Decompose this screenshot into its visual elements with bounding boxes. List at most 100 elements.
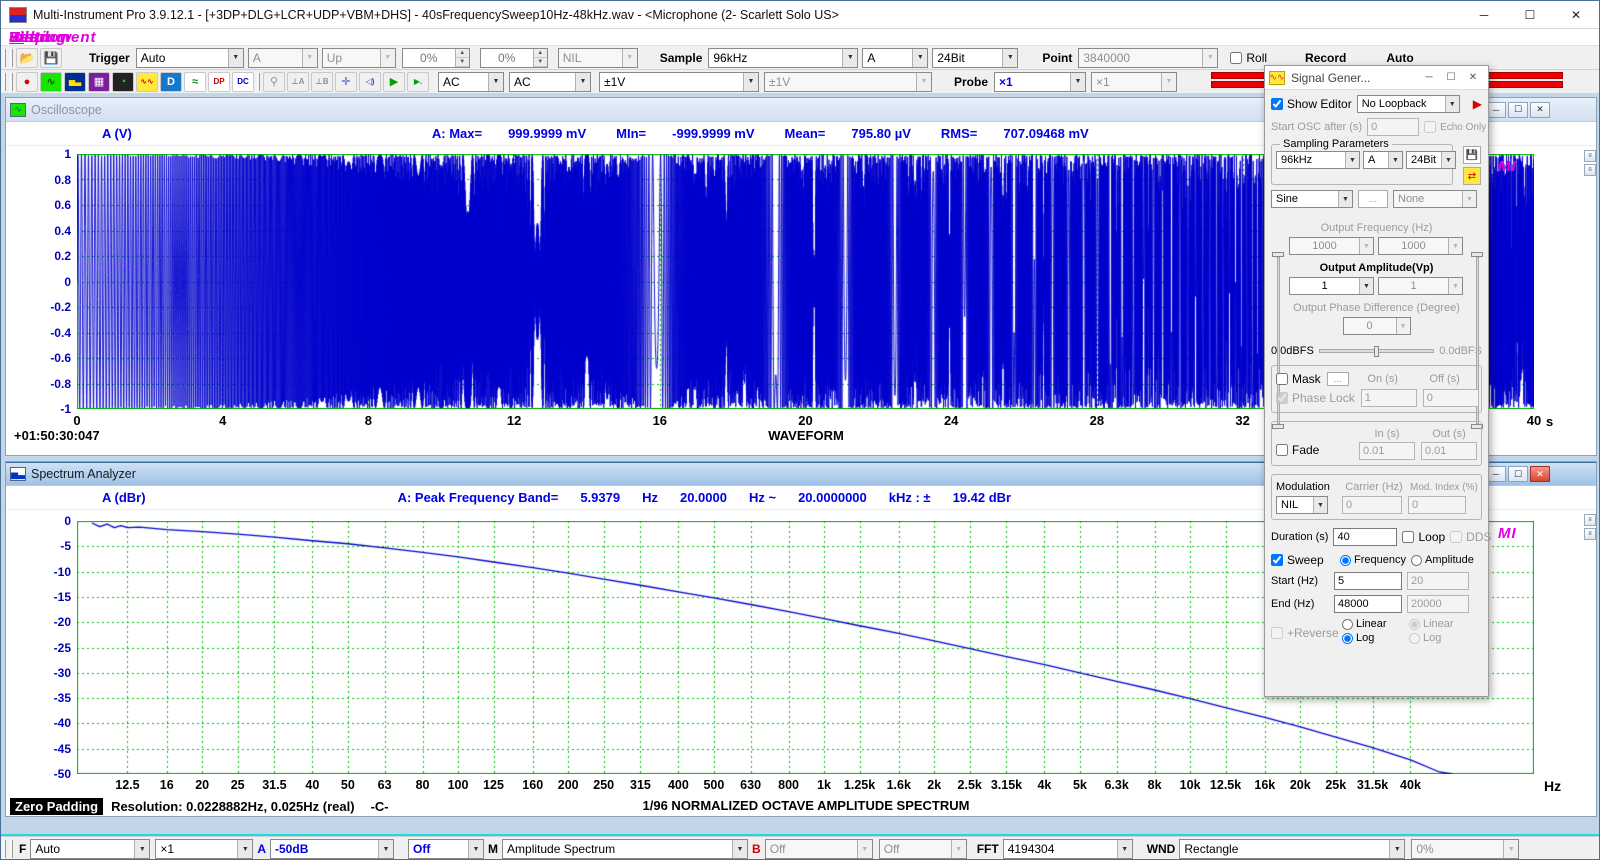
marker-b-icon[interactable]: ⊥B bbox=[311, 72, 333, 92]
duration-input[interactable] bbox=[1333, 528, 1397, 546]
chevron-down-icon[interactable]: ▼ bbox=[1117, 840, 1132, 858]
run-once-icon[interactable]: ▶. bbox=[407, 72, 429, 92]
spinner-down-icon[interactable]: ▼ bbox=[456, 58, 469, 67]
chevron-down-icon[interactable]: ▼ bbox=[1462, 191, 1476, 207]
siggen-titlebar[interactable]: ∿∿ Signal Gener... ─ ☐ ✕ bbox=[1265, 66, 1488, 90]
osc-maximize-button[interactable]: ☐ bbox=[1508, 102, 1528, 118]
chevron-down-icon[interactable]: ▼ bbox=[1338, 191, 1352, 207]
chevron-down-icon[interactable]: ▼ bbox=[134, 840, 149, 858]
chevron-down-icon[interactable]: ▼ bbox=[1359, 238, 1373, 254]
chevron-down-icon[interactable]: ▼ bbox=[237, 840, 252, 858]
window-minimize-button[interactable]: ─ bbox=[1461, 1, 1507, 29]
spec-side-toolbar[interactable]: ≡ ≡ bbox=[1584, 514, 1597, 540]
sweep-linear-a-input[interactable] bbox=[1342, 619, 1353, 630]
show-editor-input[interactable] bbox=[1271, 98, 1283, 110]
spectrum-analyzer-icon[interactable]: ▅▃ bbox=[64, 72, 86, 92]
siggen-run-button[interactable]: ▶ bbox=[1473, 97, 1482, 111]
coupling-b-combo[interactable]: AC▼ bbox=[509, 72, 591, 92]
open-file-button[interactable]: 📂 bbox=[16, 48, 38, 68]
range-a-combo[interactable]: ±1V▼ bbox=[599, 72, 759, 92]
window-maximize-button[interactable]: ☐ bbox=[1507, 1, 1553, 29]
a-range-combo[interactable]: -50dB▼ bbox=[270, 839, 394, 859]
chevron-down-icon[interactable]: ▼ bbox=[1359, 278, 1373, 294]
mask-input[interactable] bbox=[1276, 373, 1288, 385]
spec-maximize-button[interactable]: ☐ bbox=[1508, 466, 1528, 482]
chevron-down-icon[interactable]: ▼ bbox=[1313, 497, 1327, 513]
analysis-mode-combo[interactable]: Amplitude Spectrum▼ bbox=[502, 839, 748, 859]
run-stop-icon[interactable]: ▶ bbox=[383, 72, 405, 92]
spectrum-3d-plot-icon[interactable]: ◔ bbox=[112, 72, 134, 92]
fft-size-combo[interactable]: 4194304▼ bbox=[1003, 839, 1133, 859]
chevron-down-icon[interactable]: ▼ bbox=[1441, 152, 1455, 168]
roll-checkbox-input[interactable] bbox=[1230, 52, 1242, 64]
toolbar-grip[interactable] bbox=[10, 840, 13, 858]
chevron-down-icon[interactable]: ▼ bbox=[378, 840, 393, 858]
ddp-viewer-icon[interactable]: DP bbox=[208, 72, 230, 92]
sweep-amplitude-input[interactable] bbox=[1411, 555, 1422, 566]
chevron-down-icon[interactable]: ▼ bbox=[732, 840, 747, 858]
siggen-minimize-button[interactable]: ─ bbox=[1418, 72, 1440, 83]
fade-checkbox[interactable]: Fade bbox=[1276, 443, 1353, 457]
siggen-close-button[interactable]: ✕ bbox=[1462, 72, 1484, 83]
ddc-setup-icon[interactable]: DC bbox=[232, 72, 254, 92]
derived-data-point-icon[interactable]: ≈ bbox=[184, 72, 206, 92]
cursor-reader-icon[interactable]: ✛ bbox=[335, 72, 357, 92]
toolbar-grip[interactable] bbox=[10, 49, 13, 67]
a-shift-combo[interactable]: Off▼ bbox=[408, 839, 484, 859]
sweep-frequency-input[interactable] bbox=[1340, 555, 1351, 566]
toolbar-grip[interactable] bbox=[3, 73, 6, 91]
spec-minimize-button[interactable]: ─ bbox=[1486, 466, 1506, 482]
spec-side-button[interactable]: ≡ bbox=[1584, 528, 1596, 540]
sweep-start-a-input[interactable] bbox=[1334, 572, 1402, 590]
window-function-combo[interactable]: Rectangle▼ bbox=[1179, 839, 1405, 859]
signal-generator-icon[interactable]: ∿∿ bbox=[136, 72, 158, 92]
freq-zoom-combo[interactable]: ×1▼ bbox=[155, 839, 253, 859]
record-button[interactable]: Record bbox=[1305, 51, 1346, 65]
toolbar-grip[interactable] bbox=[3, 840, 6, 858]
record-icon[interactable]: ● bbox=[16, 72, 38, 92]
chevron-down-icon[interactable]: ▼ bbox=[1389, 840, 1404, 858]
spinner-up-icon[interactable]: ▲ bbox=[534, 49, 547, 58]
oscilloscope-icon[interactable]: ∿ bbox=[40, 72, 62, 92]
chevron-down-icon[interactable]: ▼ bbox=[1445, 96, 1459, 112]
output-amplitude-a-combo[interactable]: 1▼ bbox=[1289, 277, 1374, 295]
sweep-log-a-input[interactable] bbox=[1342, 633, 1353, 644]
wave-type-combo[interactable]: Sine▼ bbox=[1271, 190, 1353, 208]
sampling-bits-combo[interactable]: 24Bit▼ bbox=[932, 48, 1018, 68]
sound-device-icon[interactable]: ◁) bbox=[359, 72, 381, 92]
chevron-down-icon[interactable]: ▼ bbox=[1070, 73, 1085, 91]
chevron-down-icon[interactable]: ▼ bbox=[857, 840, 872, 858]
marker-a-icon[interactable]: ⊥A bbox=[287, 72, 309, 92]
osc-minimize-button[interactable]: ─ bbox=[1486, 102, 1506, 118]
coupling-a-combo[interactable]: AC▼ bbox=[438, 72, 504, 92]
toolbar-grip[interactable] bbox=[10, 73, 13, 91]
app-titlebar[interactable]: Multi-Instrument Pro 3.9.12.1 - [+3DP+DL… bbox=[1, 1, 1599, 29]
loop-checkbox[interactable]: Loop bbox=[1402, 530, 1445, 544]
toolbar-grip[interactable] bbox=[3, 49, 6, 67]
modulation-combo[interactable]: NIL▼ bbox=[1276, 496, 1328, 514]
chevron-down-icon[interactable]: ▼ bbox=[302, 49, 317, 67]
trigger-delay-spinner[interactable]: 0%▲▼ bbox=[480, 48, 548, 68]
sweep-end-a-input[interactable] bbox=[1334, 595, 1402, 613]
device-test-plan-icon[interactable]: D bbox=[160, 72, 182, 92]
chevron-down-icon[interactable]: ▼ bbox=[575, 73, 590, 91]
osc-side-toolbar[interactable]: ≡ ≡ bbox=[1584, 150, 1597, 176]
save-file-button[interactable]: 💾 bbox=[40, 48, 62, 68]
fade-input[interactable] bbox=[1276, 444, 1288, 456]
sweep-log-a-radio[interactable]: Log bbox=[1342, 632, 1404, 644]
loopback-combo[interactable]: No Loopback▼ bbox=[1357, 95, 1460, 113]
chevron-down-icon[interactable]: ▼ bbox=[743, 73, 758, 91]
auto-scale-button[interactable]: Auto bbox=[1386, 51, 1413, 65]
chevron-down-icon[interactable]: ▼ bbox=[1202, 49, 1217, 67]
menu-item-help[interactable]: Help bbox=[1, 28, 54, 47]
sampling-rate-combo[interactable]: 96kHz▼ bbox=[708, 48, 858, 68]
chevron-down-icon[interactable]: ▼ bbox=[380, 49, 395, 67]
siggen-channel-combo[interactable]: A▼ bbox=[1363, 151, 1403, 169]
chevron-down-icon[interactable]: ▼ bbox=[916, 73, 931, 91]
siggen-bits-combo[interactable]: 24Bit▼ bbox=[1406, 151, 1456, 169]
trigger-level-spinner[interactable]: 0%▲▼ bbox=[402, 48, 470, 68]
chevron-down-icon[interactable]: ▼ bbox=[1002, 49, 1017, 67]
sweep-input[interactable] bbox=[1271, 554, 1283, 566]
spec-close-button[interactable]: ✕ bbox=[1530, 466, 1550, 482]
siggen-save-button[interactable]: 💾 bbox=[1463, 146, 1481, 164]
